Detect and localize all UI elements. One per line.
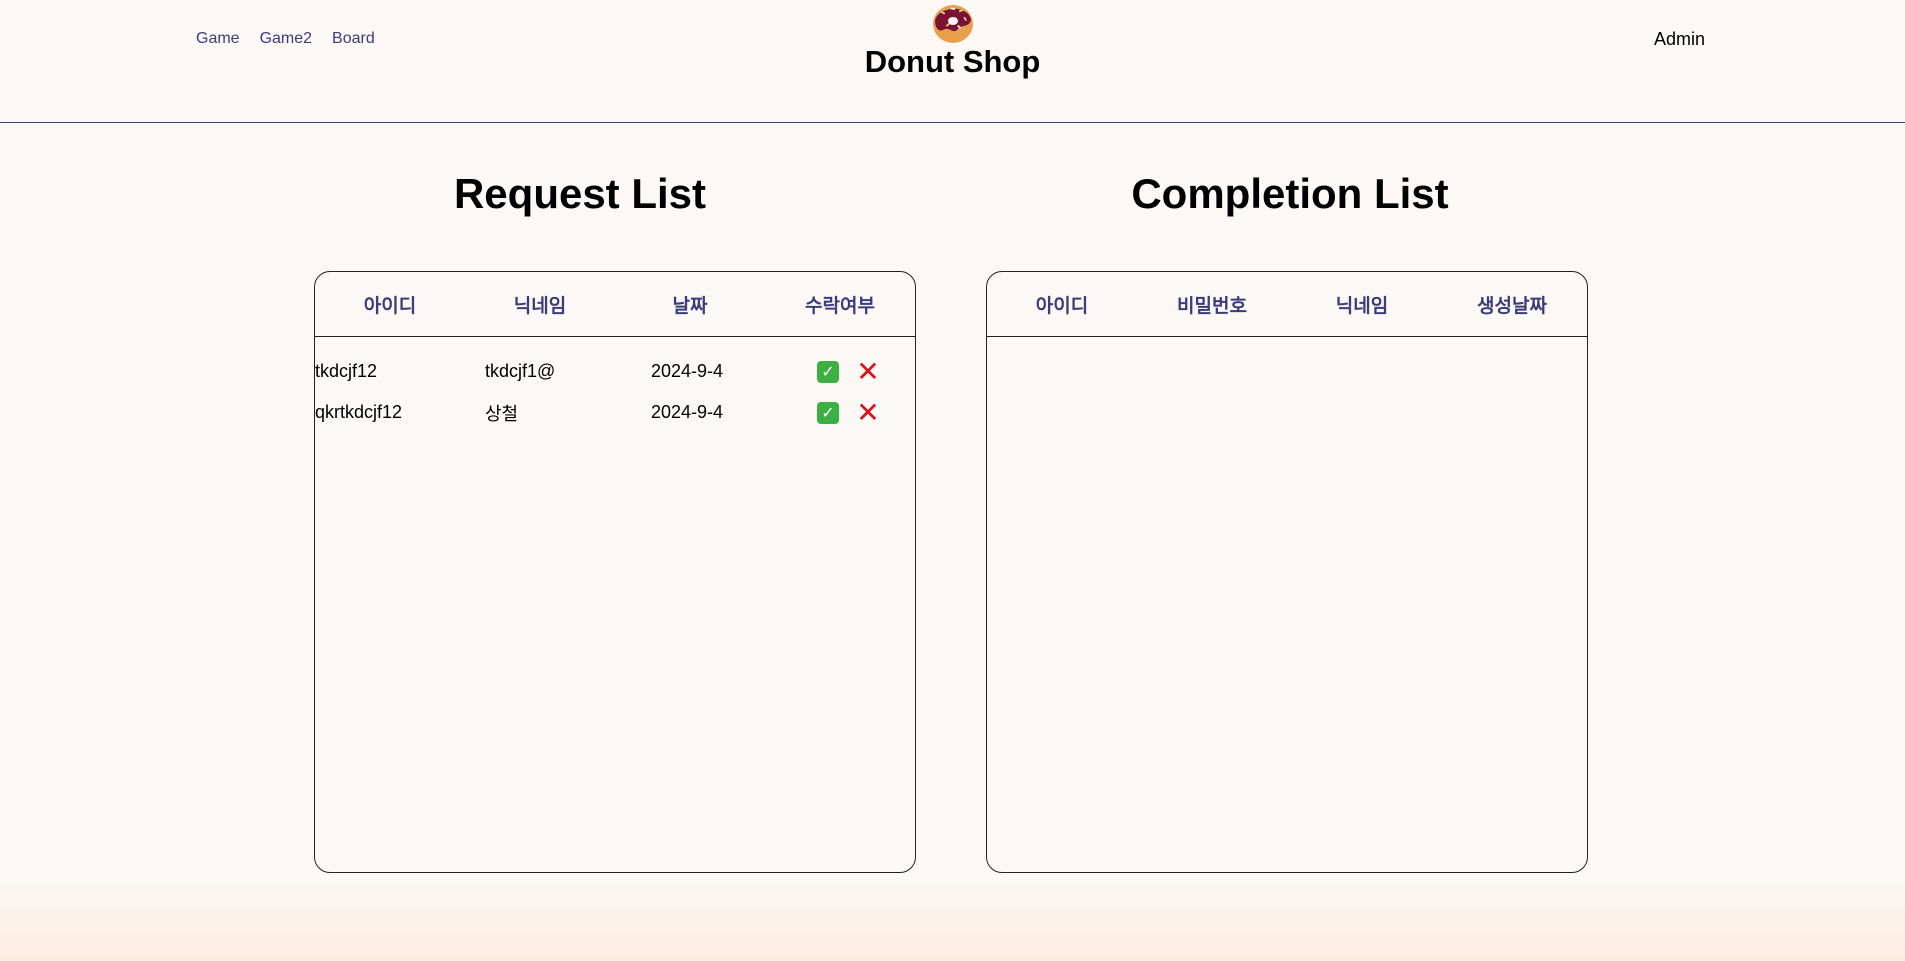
check-mark-button-icon: ✓ (821, 403, 835, 422)
row-nickname: tkdcjf1@ (485, 361, 556, 381)
top-header: Game Game2 Board Donut Shop Admin (0, 0, 1905, 123)
request-list-title: Request List (453, 170, 707, 217)
brand-title[interactable]: Donut Shop (0, 44, 1905, 80)
row-id: qkrtkdcjf12 (315, 402, 403, 422)
user-menu-admin[interactable]: Admin (1654, 29, 1705, 50)
accept-button[interactable]: ✓ (817, 401, 839, 424)
cross-mark-icon: ✕ (856, 354, 880, 388)
cross-mark-icon: ✕ (856, 395, 880, 429)
accept-button[interactable]: ✓ (817, 360, 839, 383)
brand: Donut Shop (0, 0, 1905, 80)
request-list-rows: tkdcjf12 tkdcjf1@ 2024-9-4 ✓ ✕ qkrtkdcjf… (315, 337, 915, 433)
col-header-accept: 수락여부 (805, 294, 875, 317)
donut-icon[interactable] (931, 0, 975, 44)
row-actions: ✓ ✕ (817, 354, 880, 388)
table-row: qkrtkdcjf12 상철 2024-9-4 ✓ ✕ (315, 392, 915, 433)
row-nickname: 상철 (485, 403, 519, 424)
row-date: 2024-9-4 (651, 361, 724, 381)
reject-button[interactable]: ✕ (856, 354, 880, 388)
completion-list-rows (987, 337, 1587, 351)
row-id: tkdcjf12 (315, 361, 378, 381)
table-row: tkdcjf12 tkdcjf1@ 2024-9-4 ✓ ✕ (315, 351, 915, 392)
col-header-date: 날짜 (672, 294, 708, 317)
check-mark-button-icon: ✓ (821, 362, 835, 381)
completion-list-panel: 아이디 비밀번호 닉네임 생성날짜 (986, 271, 1588, 873)
col-header-id: 아이디 (363, 294, 417, 317)
row-date: 2024-9-4 (651, 402, 724, 422)
request-list-panel: 아이디 닉네임 날짜 수락여부 tkdcjf12 tkdcjf1@ 2024-9… (314, 271, 916, 873)
row-actions: ✓ ✕ (817, 395, 880, 429)
col-header-id: 아이디 (1035, 294, 1089, 317)
reject-button[interactable]: ✕ (856, 395, 880, 429)
request-list-header: 아이디 닉네임 날짜 수락여부 (315, 272, 915, 337)
col-header-nickname: 닉네임 (513, 294, 567, 317)
col-header-created-date: 생성날짜 (1477, 294, 1547, 317)
completion-list-header: 아이디 비밀번호 닉네임 생성날짜 (987, 272, 1587, 337)
completion-list-title: Completion List (1131, 170, 1449, 217)
col-header-nickname: 닉네임 (1335, 294, 1389, 317)
col-header-password: 비밀번호 (1177, 294, 1247, 317)
